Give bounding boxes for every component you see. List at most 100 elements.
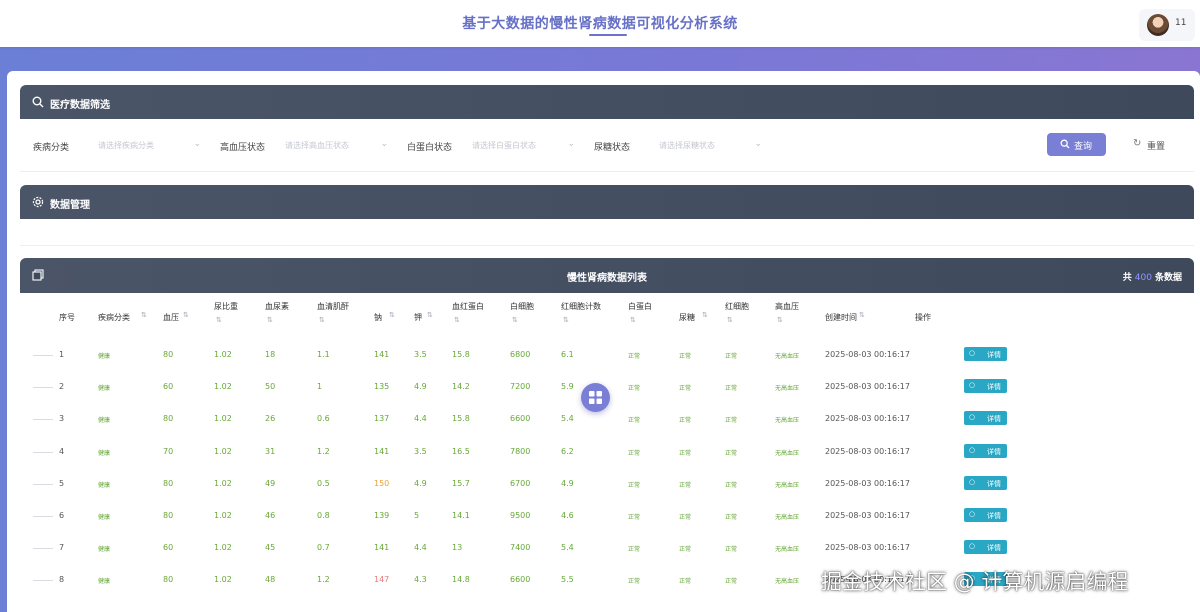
row-select[interactable] [33,516,53,517]
sort-icon[interactable]: ⇅ [702,311,708,319]
sort-icon[interactable]: ⇅ [427,311,433,319]
filter-label-disease: 疾病分类 [33,143,70,153]
row-select[interactable] [33,451,53,453]
avatar[interactable] [1147,14,1169,36]
search-icon: ○ [969,349,976,357]
cell-hypertension-col: 无高血压 [775,385,800,393]
search-icon [32,96,44,108]
cell-no-col: 3 [59,414,65,424]
sort-icon[interactable]: ⇅ [859,311,865,319]
query-button[interactable]: 查询 [1047,133,1106,156]
sort-icon[interactable]: ⇅ [216,316,222,324]
cell-rbc-col: 正常 [725,353,738,360]
user-menu[interactable]: 11 [1139,9,1195,41]
manage-panel-header: 数据管理 [20,185,1194,219]
sort-icon[interactable]: ⇅ [630,316,636,324]
sort-icon[interactable]: ⇅ [389,311,395,319]
col-header-bp-col[interactable]: 血压 [163,312,179,323]
row-select[interactable] [33,580,53,582]
sort-icon[interactable]: ⇅ [141,311,147,319]
cell-sg-col: 1.02 [214,575,232,585]
cell-hypertension-col: 无高血压 [775,417,800,425]
sort-icon[interactable]: ⇅ [727,316,733,324]
sort-icon[interactable]: ⇅ [777,316,783,324]
cell-created-col: 2025-08-03 00:16:17 [825,350,910,359]
cell-albumin-col: 正常 [628,514,641,521]
reset-button[interactable]: ↻ 重置 [1133,133,1183,156]
grid-menu-button[interactable] [581,383,610,412]
cell-rbc-count-col: 4.6 [561,511,574,520]
cell-hypertension-col: 无高血压 [775,481,800,489]
detail-button[interactable]: ○ 详情 [964,347,1007,361]
col-header-actions-col: 操作 [915,313,931,322]
disease-select[interactable]: 请选择疾病分类 ⌄ [98,134,201,156]
main-content: 医疗数据筛选 疾病分类 请选择疾病分类 ⌄ 高血压状态 请选择高血压状态 ⌄ 白… [7,71,1200,612]
cell-albumin-col: 正常 [628,578,641,586]
detail-button[interactable]: ○ 详情 [964,411,1007,426]
cell-bu-col: 31 [265,446,276,456]
cell-class-col: 健康 [98,449,111,457]
sort-icon[interactable]: ⇅ [319,316,325,324]
detail-button[interactable]: ○ 详情 [964,540,1007,555]
detail-button[interactable]: ○ 详情 [964,475,1007,490]
cell-sg-col: 1.02 [214,382,232,392]
cell-sc-col: 1 [317,382,323,392]
col-header-bu-col[interactable]: 血尿素 [265,301,289,312]
col-header-albumin-col[interactable]: 白蛋白 [628,301,652,312]
cell-bp-col: 60 [163,382,174,392]
cell-sodium-col: 141 [374,350,390,359]
detail-button[interactable]: ○ 详情 [964,443,1007,458]
row-select[interactable] [33,355,53,356]
app-title: 基于大数据的慢性肾病数据可视化分析系统 [462,16,738,32]
cell-bp-col: 80 [163,575,174,585]
cell-sg-col: 1.02 [214,414,232,424]
sugar-select[interactable]: 请选择尿糖状态 ⌄ [659,134,762,156]
col-header-created-col[interactable]: 创建时间 [825,312,857,323]
cell-potassium-col: 4.3 [414,575,427,585]
sort-icon[interactable]: ⇅ [512,316,518,324]
detail-button-label: 详情 [987,447,1001,456]
col-header-rbc-col[interactable]: 红细胞 [725,301,749,312]
col-header-hypertension-col[interactable]: 高血压 [775,301,799,312]
col-header-potassium-col[interactable]: 钾 [414,312,422,323]
cell-sodium-col: 135 [374,382,390,392]
cell-bu-col: 49 [265,478,276,488]
sort-icon[interactable]: ⇅ [267,316,273,324]
col-header-rbc-count-col[interactable]: 红细胞计数 [561,301,601,312]
row-select[interactable] [33,483,53,485]
col-header-hemoglobin-col[interactable]: 血红蛋白 [452,301,484,312]
cell-no-col: 7 [59,543,65,553]
cell-sc-col: 0.7 [317,543,330,553]
row-select[interactable] [33,387,53,389]
col-header-sugar-col[interactable]: 尿糖 [679,312,695,323]
cell-class-col: 健康 [98,417,111,425]
cell-no-col: 4 [59,446,65,456]
cell-rbc-count-col: 6.1 [561,350,574,359]
row-select[interactable] [33,548,53,550]
cell-hemoglobin-col: 14.1 [452,511,470,520]
col-header-sg-col[interactable]: 尿比重 [214,301,238,312]
cell-rbc-col: 正常 [725,578,738,586]
sort-icon[interactable]: ⇅ [563,316,569,324]
col-header-class-col[interactable]: 疾病分类 [98,312,130,323]
sort-icon[interactable]: ⇅ [454,316,460,324]
col-header-wbc-col[interactable]: 白细胞 [510,301,534,312]
row-select[interactable] [33,419,53,421]
cell-created-col: 2025-08-03 00:16:17 [825,382,910,392]
hypertension-select[interactable]: 请选择高血压状态 ⌄ [285,134,388,156]
albumin-select[interactable]: 请选择白蛋白状态 ⌄ [472,134,575,156]
cell-potassium-col: 4.9 [414,382,427,392]
search-icon: ○ [969,510,976,518]
cell-created-col: 2025-08-03 00:16:17 [825,446,910,456]
sort-icon[interactable]: ⇅ [183,311,189,319]
detail-button[interactable]: ○ 详情 [964,508,1007,522]
col-header-sodium-col[interactable]: 钠 [374,312,382,323]
col-header-sc-col[interactable]: 血清肌酐 [317,301,349,312]
cell-sg-col: 1.02 [214,446,232,456]
cell-rbc-count-col: 5.5 [561,575,574,585]
cell-sc-col: 1.2 [317,446,330,456]
detail-button[interactable]: ○ 详情 [964,379,1007,394]
cell-sc-col: 0.5 [317,478,330,488]
cell-rbc-col: 正常 [725,417,738,425]
cell-bp-col: 70 [163,446,174,456]
